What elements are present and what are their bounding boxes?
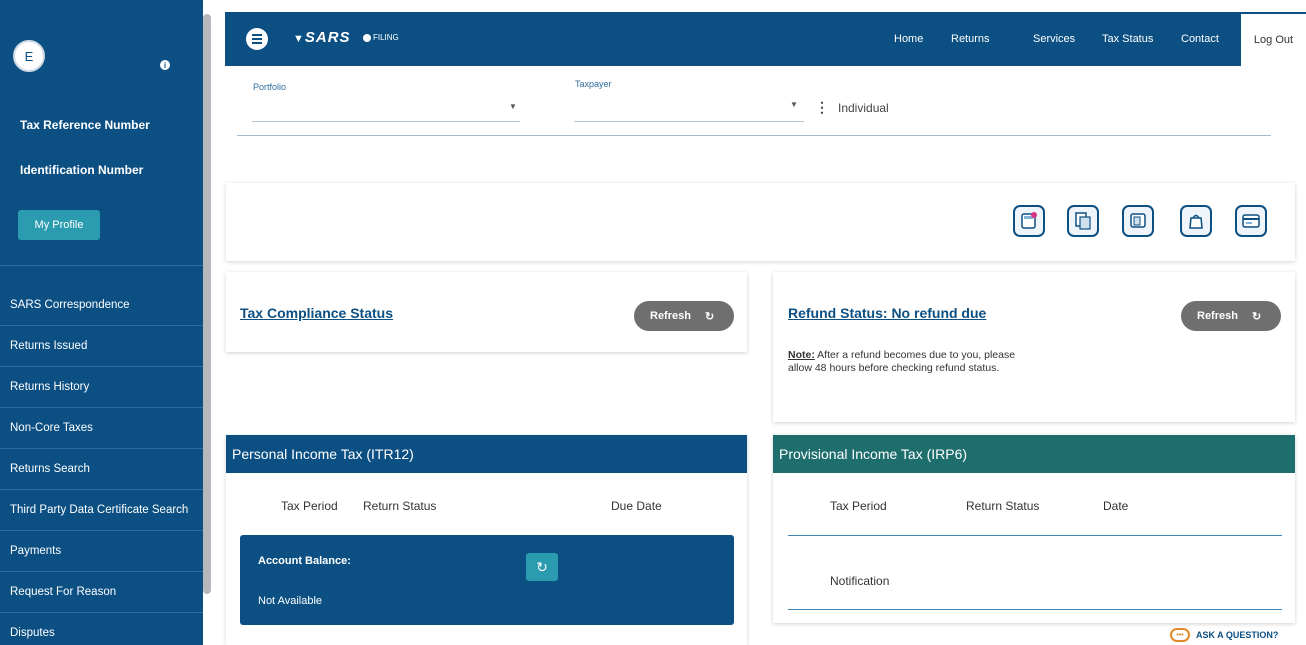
mobile-device-icon[interactable] [1122, 205, 1154, 237]
card-payment-icon[interactable] [1235, 205, 1267, 237]
nav-returns[interactable]: Returns [951, 12, 990, 66]
filing-logo: FILING [363, 33, 399, 42]
info-icon[interactable]: i [160, 60, 170, 70]
itr12-col-return-status: Return Status [363, 499, 437, 513]
itr12-col-due-date: Due Date [611, 499, 662, 513]
compliance-refresh-button[interactable]: Refresh ↻ [634, 301, 734, 331]
refund-refresh-label: Refresh [1197, 310, 1238, 322]
refresh-icon: ↻ [536, 558, 548, 575]
irp6-notification: Notification [830, 574, 890, 588]
irp6-divider [788, 609, 1282, 610]
nav-contact[interactable]: Contact [1181, 12, 1219, 66]
compliance-refresh-label: Refresh [650, 310, 691, 322]
nav-tax-status[interactable]: Tax Status [1102, 12, 1153, 66]
sidebar-nav: SARS Correspondence Returns Issued Retur… [0, 285, 203, 645]
documents-icon[interactable] [1067, 205, 1099, 237]
sidebar-item-non-core-taxes[interactable]: Non-Core Taxes [0, 408, 203, 449]
avatar[interactable]: E [13, 40, 45, 72]
sidebar-item-returns-search[interactable]: Returns Search [0, 449, 203, 490]
sidebar-item-returns-history[interactable]: Returns History [0, 367, 203, 408]
sidebar-item-payments[interactable]: Payments [0, 531, 203, 572]
filter-divider [237, 135, 1271, 136]
tax-reference-label: Tax Reference Number [20, 118, 150, 132]
account-balance-label: Account Balance: [258, 555, 351, 567]
refund-status-link[interactable]: Refund Status: No refund due [788, 305, 986, 321]
hamburger-menu-icon[interactable] [246, 28, 268, 50]
sidebar-profile-section: E i Tax Reference Number Identification … [0, 0, 203, 266]
account-refresh-button[interactable]: ↻ [526, 553, 558, 581]
calculator-icon[interactable] [1013, 205, 1045, 237]
taxpayer-dropdown-icon[interactable]: ▼ [790, 100, 798, 109]
portfolio-dropdown-icon[interactable]: ▼ [509, 102, 517, 111]
irp6-divider [788, 535, 1282, 536]
taxpayer-type: Individual [838, 101, 889, 115]
sidebar-scrollbar[interactable] [203, 14, 211, 594]
sidebar-item-request-for-reason[interactable]: Request For Reason [0, 572, 203, 613]
refund-refresh-button[interactable]: Refresh ↻ [1181, 301, 1281, 331]
sidebar-item-returns-issued[interactable]: Returns Issued [0, 326, 203, 367]
itr12-col-tax-period: Tax Period [281, 499, 338, 513]
chat-bubble-icon: ••• [1170, 628, 1190, 642]
nav-services[interactable]: Services [1033, 12, 1075, 66]
taxpayer-select[interactable] [574, 121, 804, 122]
portfolio-select[interactable] [252, 121, 520, 122]
bag-icon[interactable] [1180, 205, 1212, 237]
logout-button[interactable]: Log Out [1241, 14, 1306, 66]
irp6-col-tax-period: Tax Period [830, 499, 887, 513]
nav-home[interactable]: Home [894, 12, 923, 66]
note-text: After a refund becomes due to you, pleas… [788, 349, 1016, 374]
sidebar-item-disputes[interactable]: Disputes [0, 613, 203, 645]
tax-compliance-link[interactable]: Tax Compliance Status [240, 305, 393, 321]
itr12-header: Personal Income Tax (ITR12) [226, 435, 747, 473]
top-header: ▼SARS FILING Home Returns Services Tax S… [225, 12, 1306, 66]
ask-question-button[interactable]: ••• ASK A QUESTION? [1170, 628, 1278, 642]
sidebar-item-third-party-data[interactable]: Third Party Data Certificate Search [0, 490, 203, 531]
more-options-icon[interactable]: ⋮ [815, 99, 829, 116]
refresh-icon: ↻ [1251, 310, 1262, 323]
irp6-header: Provisional Income Tax (IRP6) [773, 435, 1295, 473]
sidebar: E i Tax Reference Number Identification … [0, 0, 203, 645]
filing-dot-icon [363, 33, 371, 42]
portfolio-label: Portfolio [253, 82, 287, 92]
irp6-col-date: Date [1103, 499, 1129, 513]
refund-status-card [773, 272, 1295, 422]
refresh-icon: ↻ [704, 310, 715, 323]
ask-question-label: ASK A QUESTION? [1196, 630, 1279, 640]
note-label: Note: [788, 349, 815, 361]
my-profile-button[interactable]: My Profile [18, 210, 100, 240]
sidebar-item-sars-correspondence[interactable]: SARS Correspondence [0, 285, 203, 326]
taxpayer-label: Taxpayer [575, 79, 612, 89]
irp6-col-return-status: Return Status [966, 499, 1040, 513]
refund-note: Note: After a refund becomes due to you,… [788, 349, 1028, 375]
identification-label: Identification Number [20, 163, 144, 177]
account-balance-panel: Account Balance: Not Available [240, 535, 734, 625]
account-balance-value: Not Available [258, 595, 323, 607]
sars-logo: ▼SARS [293, 29, 351, 46]
